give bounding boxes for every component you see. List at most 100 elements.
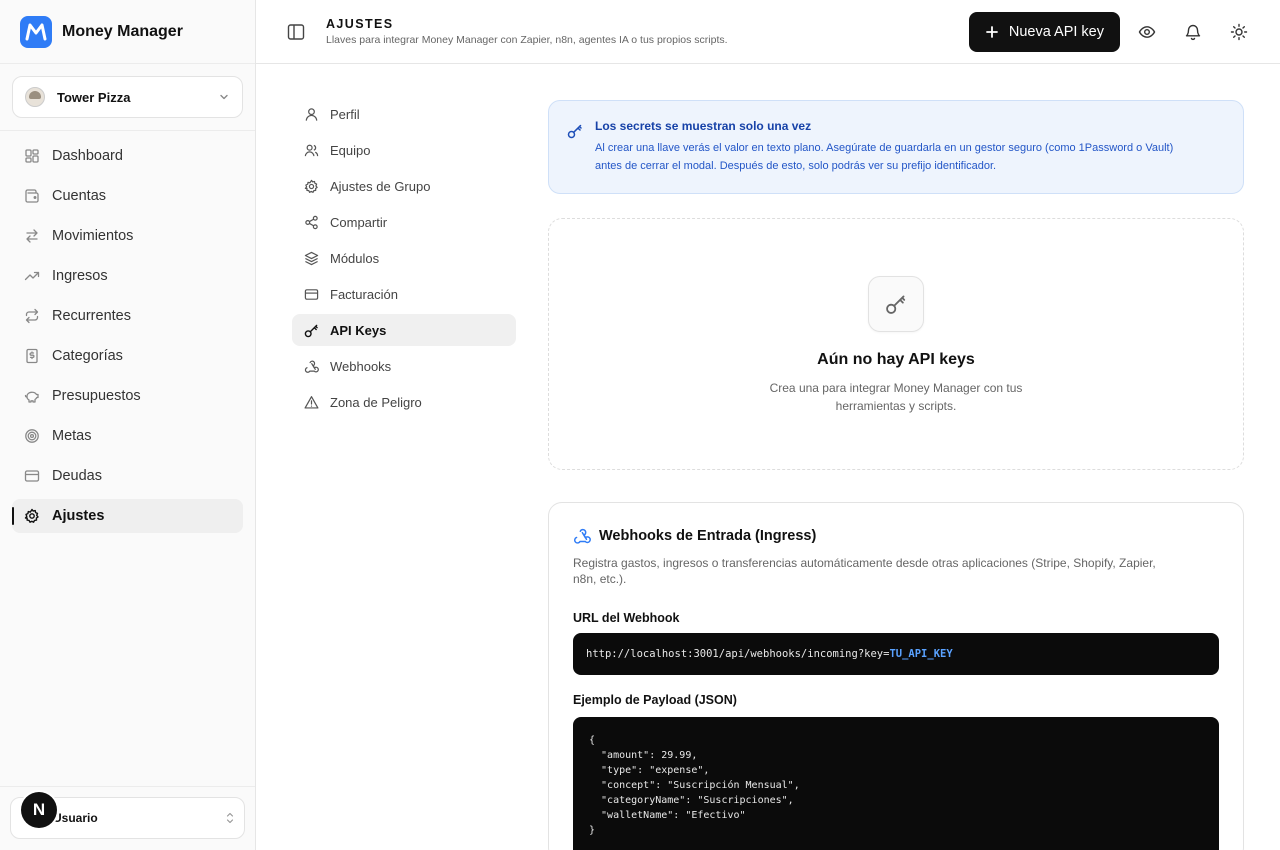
webhooks-description-line: n8n, etc.). (573, 572, 627, 586)
sidebar-item-recurrentes[interactable]: Recurrentes (12, 299, 243, 333)
receipt-icon (26, 348, 38, 364)
user-menu[interactable]: N Usuario (10, 792, 245, 839)
sidebar-item-ajustes[interactable]: Ajustes (12, 499, 243, 533)
page-subtitle: Llaves para integrar Money Manager con Z… (326, 34, 728, 46)
sidebar-item-label: Recurrentes (52, 308, 131, 324)
app-name: Money Manager (62, 22, 183, 40)
sidebar-item-ingresos[interactable]: Ingresos (12, 259, 243, 293)
banner-text-line: antes de cerrar el modal. Después de est… (595, 160, 997, 172)
topbar: AJUSTES Llaves para integrar Money Manag… (256, 0, 1280, 64)
grid-icon (25, 149, 39, 163)
chevron-up-down-icon (226, 812, 234, 824)
settings-tab-zona-peligro[interactable]: Zona de Peligro (292, 386, 516, 418)
workspace-avatar (25, 87, 45, 107)
page-title: AJUSTES (326, 17, 394, 31)
settings-tab-label: Módulos (330, 250, 380, 266)
new-api-key-label: Nueva API key (1008, 23, 1104, 40)
sidebar-item-label: Ajustes (52, 508, 105, 524)
settings-tab-label: Compartir (330, 214, 388, 230)
secrets-info-banner: Los secrets se muestran solo una vez Al … (548, 100, 1244, 194)
banner-text: Al crear una llave verás el valor en tex… (595, 139, 1223, 175)
trending-up-icon (24, 271, 40, 281)
plus-icon (985, 25, 998, 38)
settings-tab-api-keys[interactable]: API Keys (292, 314, 516, 346)
arrows-left-right-icon (26, 229, 38, 243)
warning-icon (304, 395, 319, 409)
brand[interactable]: Money Manager (0, 0, 255, 64)
sidebar-toggle-icon[interactable] (286, 22, 306, 42)
api-keys-content: Los secrets se muestran solo una vez Al … (548, 100, 1244, 850)
settings-tab-facturacion[interactable]: Facturación (292, 278, 516, 310)
code-line: "amount": 29.99, (589, 750, 698, 761)
sidebar: Money Manager Tower Pizza Dashboard Cuen… (0, 0, 256, 850)
sidebar-item-label: Categorías (52, 348, 123, 364)
payload-example-label: Ejemplo de Payload (JSON) (573, 693, 737, 707)
webhooks-title: Webhooks de Entrada (Ingress) (599, 528, 817, 544)
code-line: } (589, 825, 596, 836)
sidebar-item-label: Cuentas (52, 188, 107, 204)
settings-tab-label: Facturación (330, 286, 398, 302)
credit-card-icon (304, 288, 319, 300)
webhook-url-field[interactable]: http://localhost:3001/api/webhooks/incom… (573, 633, 1219, 675)
settings-tab-modulos[interactable]: Módulos (292, 242, 516, 274)
sidebar-item-label: Deudas (52, 468, 102, 484)
sidebar-item-label: Ingresos (52, 268, 108, 284)
gear-icon (24, 508, 39, 523)
settings-tab-label: API Keys (330, 322, 387, 338)
empty-state-line: Crea una para integrar Money Manager con… (769, 381, 1023, 395)
api-keys-empty-state: Aún no hay API keys Crea una para integr… (548, 218, 1244, 470)
sidebar-item-presupuestos[interactable]: Presupuestos (12, 379, 243, 413)
sun-icon[interactable] (1230, 23, 1248, 41)
sidebar-item-label: Presupuestos (52, 388, 141, 404)
user-icon (305, 107, 318, 121)
new-api-key-button[interactable]: Nueva API key (968, 11, 1120, 52)
wallet-icon (25, 189, 39, 203)
target-icon (25, 429, 39, 443)
banner-text-line: Al crear una llave verás el valor en tex… (595, 142, 1174, 154)
code-line: "concept": "Suscripción Mensual", (589, 780, 800, 791)
webhooks-ingress-card: Webhooks de Entrada (Ingress) Registra g… (548, 502, 1244, 850)
app-logo-icon (20, 15, 52, 48)
webhook-icon (304, 360, 319, 373)
settings-tab-label: Ajustes de Grupo (330, 178, 431, 194)
sidebar-item-deudas[interactable]: Deudas (12, 459, 243, 493)
settings-tab-ajustes-grupo[interactable]: Ajustes de Grupo (292, 170, 516, 202)
credit-card-icon (24, 470, 40, 482)
sidebar-item-label: Movimientos (52, 228, 134, 244)
settings-nav: Perfil Equipo Ajustes de Grupo Compartir… (292, 98, 516, 422)
settings-tab-equipo[interactable]: Equipo (292, 134, 516, 166)
webhook-url-label: URL del Webhook (573, 611, 680, 625)
code-line: "type": "expense", (589, 765, 710, 776)
sidebar-item-dashboard[interactable]: Dashboard (12, 139, 243, 173)
settings-tab-webhooks[interactable]: Webhooks (292, 350, 516, 382)
banner-title: Los secrets se muestran solo una vez (595, 119, 812, 133)
share-icon (305, 215, 318, 229)
empty-state-line: herramientas y scripts. (835, 399, 957, 413)
settings-tab-label: Webhooks (330, 358, 392, 374)
workspace-name: Tower Pizza (57, 89, 131, 105)
main-nav: Dashboard Cuentas Movimientos Ingresos R… (0, 131, 255, 547)
empty-state-description: Crea una para integrar Money Manager con… (746, 379, 1046, 415)
settings-tab-perfil[interactable]: Perfil (292, 98, 516, 130)
settings-tab-compartir[interactable]: Compartir (292, 206, 516, 238)
key-icon (304, 324, 318, 337)
sidebar-item-cuentas[interactable]: Cuentas (12, 179, 243, 213)
empty-state-icon-box (868, 276, 924, 332)
settings-tab-label: Perfil (330, 106, 360, 122)
sidebar-item-label: Dashboard (52, 148, 123, 164)
sidebar-item-metas[interactable]: Metas (12, 419, 243, 453)
key-icon (886, 295, 906, 314)
code-line: "walletName": "Efectivo" (589, 810, 746, 821)
webhook-url-base: http://localhost:3001/api/webhooks/incom… (586, 648, 890, 660)
eye-icon[interactable] (1138, 23, 1156, 41)
bell-icon[interactable] (1184, 23, 1202, 41)
layers-icon (304, 251, 319, 265)
sidebar-item-categorias[interactable]: Categorías (12, 339, 243, 373)
repeat-icon (25, 308, 39, 324)
settings-tab-label: Equipo (330, 142, 371, 158)
workspace-switcher[interactable]: Tower Pizza (12, 76, 243, 118)
sidebar-item-movimientos[interactable]: Movimientos (12, 219, 243, 253)
payload-example-code[interactable]: { "amount": 29.99, "type": "expense", "c… (573, 717, 1219, 850)
users-icon (304, 144, 319, 156)
webhooks-description-line: Registra gastos, ingresos o transferenci… (573, 556, 1156, 570)
